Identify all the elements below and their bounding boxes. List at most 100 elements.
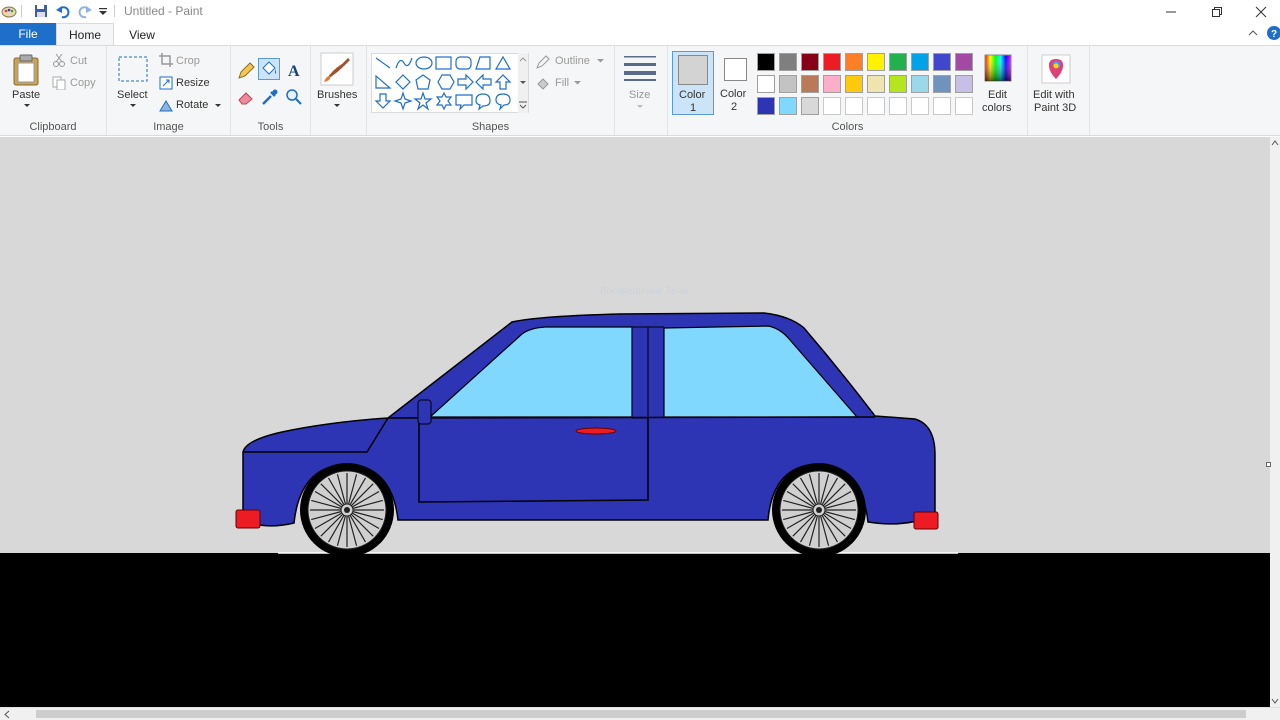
rear-wheel <box>772 463 866 557</box>
colors-group: Color 1 Color 2 Edit colors Colors <box>668 46 1028 135</box>
resize-button[interactable]: Resize <box>176 77 210 89</box>
window-title: Untitled - Paint <box>124 4 203 18</box>
restore-button[interactable] <box>1194 0 1240 23</box>
palette-swatch[interactable] <box>889 97 907 115</box>
brushes-group: Brushes <box>311 46 367 135</box>
tab-view[interactable]: View <box>116 23 168 46</box>
horizontal-scrollbar[interactable] <box>0 707 1280 720</box>
car-drawing <box>0 312 1270 707</box>
palette-swatch[interactable] <box>779 75 797 93</box>
palette-swatch[interactable] <box>845 75 863 93</box>
palette-swatch[interactable] <box>955 75 973 93</box>
tab-home[interactable]: Home <box>56 23 114 46</box>
cut-icon <box>53 53 65 67</box>
paste-button[interactable]: Paste <box>12 89 40 101</box>
paint3d-line2[interactable]: Paint 3D <box>1034 102 1076 114</box>
palette-swatch[interactable] <box>757 97 775 115</box>
polygon-shape-icon <box>475 56 491 70</box>
image-group: Select Crop Resize Rotate Image <box>107 46 231 135</box>
help-icon[interactable]: ? <box>1267 26 1280 40</box>
horizontal-scroll-thumb[interactable] <box>36 710 1246 718</box>
rotate-button[interactable]: Rotate <box>176 99 208 111</box>
palette-swatch[interactable] <box>911 75 929 93</box>
minimize-button[interactable] <box>1148 0 1194 23</box>
palette-swatch[interactable] <box>867 97 885 115</box>
palette-swatch[interactable] <box>933 97 951 115</box>
close-button[interactable] <box>1238 0 1280 23</box>
image-group-label: Image <box>153 121 184 133</box>
shapes-gallery[interactable] <box>371 53 529 113</box>
text-icon[interactable]: A <box>285 61 303 79</box>
palette-swatch[interactable] <box>889 75 907 93</box>
color-picker-icon[interactable] <box>261 88 279 106</box>
palette-swatch[interactable] <box>845 97 863 115</box>
palette-swatch[interactable] <box>801 97 819 115</box>
shapes-group: Outline Fill Shapes <box>367 46 615 135</box>
collapse-ribbon-icon[interactable] <box>1248 29 1258 37</box>
color2-label-line1: Color <box>720 88 747 100</box>
restore-icon <box>1212 6 1222 17</box>
palette-swatch[interactable] <box>889 53 907 71</box>
outline-icon <box>536 55 550 69</box>
palette-swatch[interactable] <box>823 53 841 71</box>
six-point-star-shape-icon <box>435 91 453 111</box>
outline-button[interactable]: Outline <box>555 55 590 67</box>
cut-button[interactable]: Cut <box>70 55 87 67</box>
shapes-scroll[interactable] <box>518 53 528 113</box>
copy-button[interactable]: Copy <box>70 77 96 89</box>
cloud-callout-shape-icon <box>495 93 511 111</box>
palette-swatch[interactable] <box>801 53 819 71</box>
drawing-canvas[interactable]: Воскрешение Тени <box>0 137 1270 707</box>
palette-swatch[interactable] <box>867 53 885 71</box>
fill-tool-selected[interactable] <box>258 58 280 80</box>
canvas-resize-handle[interactable] <box>1266 462 1271 467</box>
curve-shape-icon <box>395 57 413 69</box>
brushes-button[interactable]: Brushes <box>317 89 357 101</box>
pentagon-shape-icon <box>415 74 431 90</box>
palette-swatch[interactable] <box>933 53 951 71</box>
watermark-text: Воскрешение Тени <box>600 286 688 297</box>
edit-colors-line2[interactable]: colors <box>982 102 1011 114</box>
size-button[interactable]: Size <box>629 89 650 101</box>
rectangular-callout-shape-icon <box>455 94 473 111</box>
palette-swatch[interactable] <box>779 97 797 115</box>
chevron-down-icon <box>24 104 30 107</box>
palette-swatch[interactable] <box>823 75 841 93</box>
palette-swatch[interactable] <box>911 97 929 115</box>
chevron-down-icon <box>637 105 643 108</box>
palette-swatch[interactable] <box>911 53 929 71</box>
vertical-scrollbar[interactable] <box>1270 137 1280 707</box>
palette-swatch[interactable] <box>955 97 973 115</box>
undo-icon[interactable] <box>55 3 71 19</box>
color1-button[interactable]: Color 1 <box>672 51 714 115</box>
palette-swatch[interactable] <box>757 53 775 71</box>
save-icon[interactable] <box>33 3 49 19</box>
redo-icon[interactable] <box>77 3 93 19</box>
door-handle <box>575 427 617 435</box>
pencil-icon[interactable] <box>237 62 255 80</box>
select-button[interactable]: Select <box>117 89 148 101</box>
size-icon <box>624 56 656 81</box>
palette-swatch[interactable] <box>955 53 973 71</box>
crop-button[interactable]: Crop <box>176 55 200 67</box>
right-arrow-shape-icon <box>457 73 474 91</box>
rectangle-shape-icon <box>435 56 452 70</box>
paint3d-line1[interactable]: Edit with <box>1033 89 1075 101</box>
tab-file[interactable]: File <box>0 23 56 45</box>
hexagon-shape-icon <box>437 74 455 90</box>
palette-swatch[interactable] <box>801 75 819 93</box>
color2-button[interactable]: Color 2 <box>716 51 754 115</box>
palette-swatch[interactable] <box>845 53 863 71</box>
palette-swatch[interactable] <box>867 75 885 93</box>
palette-swatch[interactable] <box>823 97 841 115</box>
palette-swatch[interactable] <box>933 75 951 93</box>
fill-button[interactable]: Fill <box>555 77 569 89</box>
eraser-icon[interactable] <box>237 88 255 106</box>
side-mirror <box>417 399 432 425</box>
edit-colors-line1[interactable]: Edit <box>988 89 1007 101</box>
palette-swatch[interactable] <box>757 75 775 93</box>
customize-toolbar-icon[interactable] <box>98 7 108 17</box>
svg-text:A: A <box>288 63 300 79</box>
palette-swatch[interactable] <box>779 53 797 71</box>
magnifier-icon[interactable] <box>285 88 303 106</box>
